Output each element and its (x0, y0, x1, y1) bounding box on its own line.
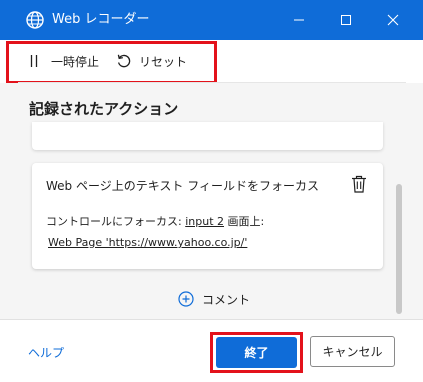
action-details: コントロールにフォーカス: input 2 画面上: (46, 213, 264, 229)
reset-icon (117, 54, 131, 68)
comment-label: コメント (202, 292, 251, 307)
title-bar: Web レコーダー (0, 0, 423, 40)
action-card[interactable]: Web ページ上のテキスト フィールドをフォーカス コントロールにフォーカス: … (32, 163, 383, 269)
maximize-button[interactable] (335, 9, 357, 31)
window-title: Web レコーダー (52, 12, 150, 27)
minimize-icon (294, 19, 304, 21)
add-comment-button[interactable]: コメント (178, 289, 250, 309)
page-link[interactable]: Web Page 'https://www.yahoo.co.jp/' (48, 236, 247, 249)
pause-icon (30, 55, 38, 67)
pause-label: 一時停止 (51, 54, 100, 69)
maximize-icon (341, 15, 351, 25)
screen-suffix: 画面上: (227, 215, 265, 228)
control-link[interactable]: input 2 (185, 215, 224, 228)
reset-label: リセット (139, 54, 188, 69)
footer-divider (0, 319, 423, 320)
delete-icon[interactable] (351, 175, 367, 193)
globe-icon (26, 11, 44, 29)
section-title: 記録されたアクション (29, 100, 179, 118)
reset-button[interactable]: リセット (116, 52, 187, 70)
previous-action-card (32, 122, 383, 150)
action-title: Web ページ上のテキスト フィールドをフォーカス (46, 179, 319, 193)
focus-prefix: コントロールにフォーカス: (46, 215, 182, 228)
scrollbar-thumb[interactable] (396, 184, 402, 314)
minimize-button[interactable] (288, 9, 310, 31)
close-icon (387, 14, 399, 26)
page-link-row: Web Page 'https://www.yahoo.co.jp/' (48, 236, 247, 249)
finish-button[interactable]: 終了 (216, 337, 297, 368)
cancel-button[interactable]: キャンセル (310, 336, 395, 367)
close-button[interactable] (382, 9, 404, 31)
pause-button[interactable]: 一時停止 (29, 52, 99, 70)
help-link[interactable]: ヘルプ (28, 344, 64, 361)
add-circle-icon (178, 291, 194, 307)
